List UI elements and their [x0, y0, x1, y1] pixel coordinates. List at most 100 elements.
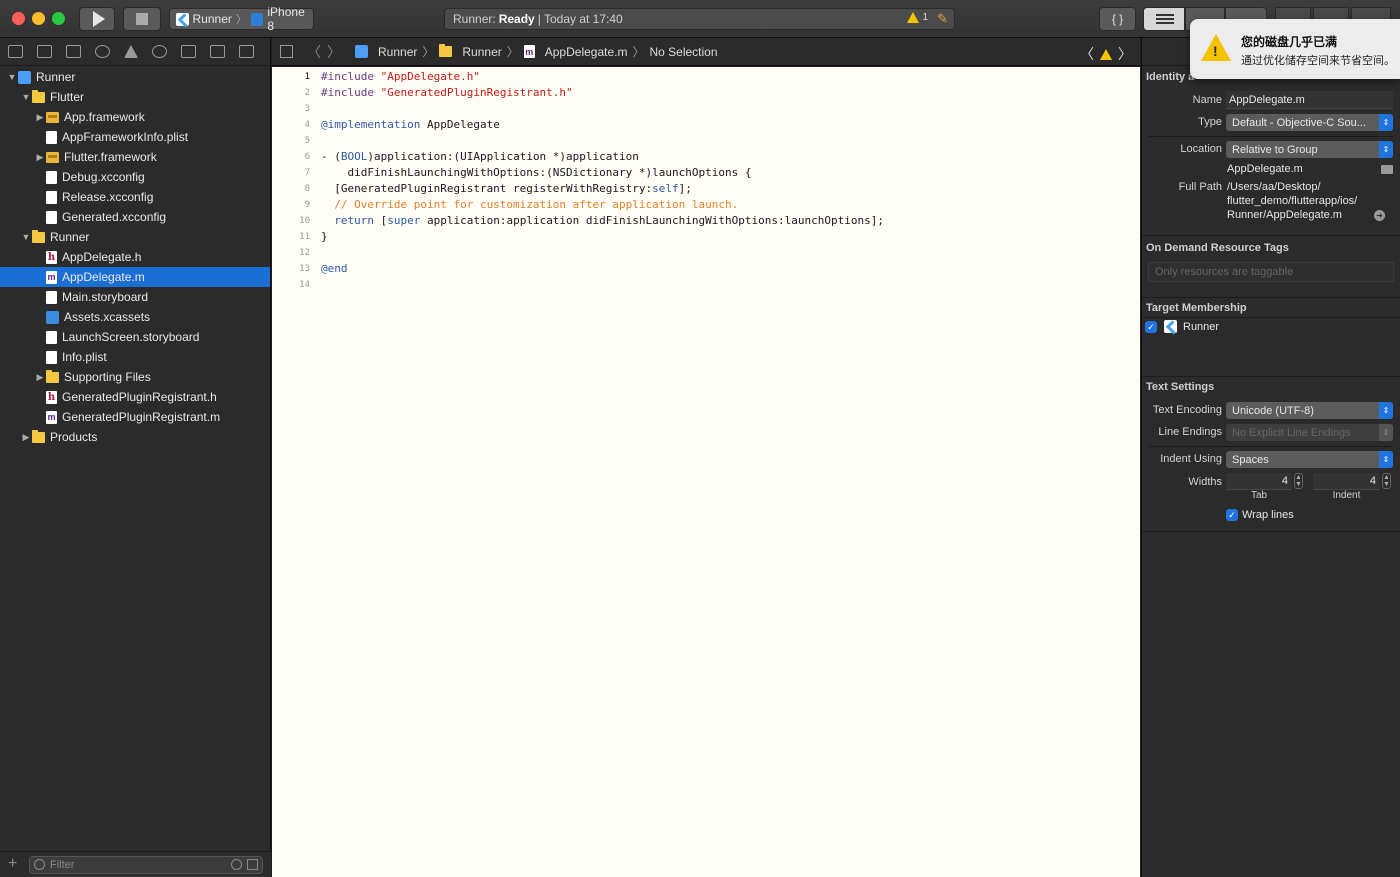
filter-placeholder: Filter — [50, 859, 75, 871]
tree-item-label: Generated.xcconfig — [62, 210, 167, 224]
tree-item[interactable]: ▶ Supporting Files — [0, 367, 270, 387]
navigator-tabs — [0, 38, 271, 66]
search-icon[interactable] — [95, 45, 110, 58]
jumpbar-item-project[interactable]: Runner — [355, 45, 417, 59]
wrap-lines-label: Wrap lines — [1242, 509, 1294, 521]
scm-filter-icon[interactable] — [247, 859, 258, 870]
test-icon[interactable] — [152, 45, 167, 58]
tree-item[interactable]: ▶ Products — [0, 427, 270, 447]
xcode-window: Runner 〉 iPhone 8 Runner: Ready | Today … — [0, 0, 1400, 877]
symbol-icon[interactable] — [66, 45, 81, 58]
tree-item[interactable]: h AppDelegate.h — [0, 247, 270, 267]
tree-item[interactable]: AppFrameworkInfo.plist — [0, 127, 270, 147]
tree-item[interactable]: ▼ Runner — [0, 227, 270, 247]
type-popup[interactable]: Default - Objective-C Sou... ⇕ — [1226, 114, 1393, 131]
tree-item[interactable]: Generated.xcconfig — [0, 207, 270, 227]
forward-icon[interactable]: 〉 — [327, 42, 341, 62]
breakpoint-icon[interactable] — [210, 45, 225, 58]
warning-indicator[interactable]: 1 — [907, 12, 928, 23]
warning-icon — [907, 12, 920, 23]
code-line[interactable]: } — [321, 229, 328, 245]
previous-issue-icon[interactable]: 〈 — [1080, 44, 1094, 64]
disclosure-open-icon[interactable]: ▼ — [20, 232, 32, 242]
warning-icon[interactable] — [1100, 48, 1112, 60]
tree-item-label: AppFrameworkInfo.plist — [62, 130, 189, 144]
debug-icon[interactable] — [181, 45, 196, 58]
library-button[interactable]: { } — [1099, 7, 1136, 31]
tree-item[interactable]: Main.storyboard — [0, 287, 270, 307]
close-window-button[interactable] — [12, 12, 25, 25]
filter-input[interactable]: Filter — [29, 856, 263, 874]
tree-item[interactable]: Debug.xcconfig — [0, 167, 270, 187]
tree-item[interactable]: Release.xcconfig — [0, 187, 270, 207]
tree-item-label: AppDelegate.m — [62, 270, 145, 284]
disclosure-open-icon[interactable]: ▼ — [6, 72, 18, 82]
tree-item[interactable]: ▼ Runner — [0, 67, 270, 87]
add-icon[interactable]: + — [8, 855, 17, 873]
tree-item[interactable]: Assets.xcassets — [0, 307, 270, 327]
source-editor[interactable]: 1 2 3 4 5 6 7 8 9 10 11 12 13 14 #include "AppDelegat… — [272, 67, 1140, 877]
indent-width-field[interactable]: 4 — [1313, 473, 1380, 490]
disclosure-closed-icon[interactable]: ▶ — [34, 112, 46, 123]
fullpath-label: Full Path — [1178, 181, 1222, 193]
back-icon[interactable]: 〈 — [307, 42, 321, 62]
disclosure-open-icon[interactable]: ▼ — [20, 92, 32, 102]
source-control-icon[interactable] — [37, 45, 52, 58]
encoding-popup[interactable]: Unicode (UTF-8) ⇕ — [1226, 402, 1393, 419]
folder-icon[interactable] — [1381, 165, 1393, 174]
scheme-selector[interactable]: Runner 〉 iPhone 8 — [169, 5, 314, 33]
indent-using-popup[interactable]: Spaces ⇕ — [1226, 451, 1393, 468]
stop-button[interactable] — [123, 7, 161, 31]
tab-width-stepper[interactable]: ▲ ▼ — [1294, 473, 1303, 489]
tree-item[interactable]: Info.plist — [0, 347, 270, 367]
disclosure-closed-icon[interactable]: ▶ — [20, 432, 32, 443]
reveal-in-finder-icon[interactable]: ➜ — [1374, 210, 1385, 221]
standard-editor-button[interactable] — [1143, 7, 1185, 31]
code-line[interactable]: @end — [321, 261, 348, 277]
folder-icon[interactable] — [8, 45, 23, 58]
disk-full-notification[interactable]: ! 您的磁盘几乎已满 通过优化储存空间来节省空间。 — [1190, 19, 1400, 79]
code-line[interactable]: [GeneratedPluginRegistrant registerWithR… — [321, 181, 692, 197]
recent-files-icon[interactable] — [231, 859, 242, 870]
code-line[interactable]: #include "GeneratedPluginRegistrant.h" — [321, 85, 573, 101]
tree-item[interactable]: ▶ Flutter.framework — [0, 147, 270, 167]
tree-item[interactable]: m AppDelegate.m — [0, 267, 270, 287]
run-button[interactable] — [79, 7, 115, 31]
tree-item[interactable]: LaunchScreen.storyboard — [0, 327, 270, 347]
code-line[interactable]: // Override point for customization afte… — [321, 197, 738, 213]
tree-item[interactable]: h GeneratedPluginRegistrant.h — [0, 387, 270, 407]
zoom-window-button[interactable] — [52, 12, 65, 25]
tab-width-field[interactable]: 4 — [1226, 473, 1292, 490]
jumpbar-item-file[interactable]: m AppDelegate.m — [523, 45, 627, 59]
objc-file-icon: m — [46, 270, 57, 284]
minimize-window-button[interactable] — [32, 12, 45, 25]
report-icon[interactable] — [239, 45, 254, 58]
target-runner-checkbox[interactable]: ✓ — [1145, 321, 1157, 333]
jumpbar-item-symbol[interactable]: No Selection — [649, 45, 717, 59]
next-issue-icon[interactable]: 〉 — [1118, 44, 1132, 64]
code-line[interactable]: didFinishLaunchingWithOptions:(NSDiction… — [321, 165, 751, 181]
line-endings-popup[interactable]: No Explicit Line Endings ⇕ — [1226, 424, 1393, 441]
code-line[interactable]: - (BOOL)application:(UIApplication *)app… — [321, 149, 639, 165]
name-field[interactable]: AppDelegate.m — [1226, 91, 1393, 109]
related-items-icon[interactable] — [280, 45, 293, 58]
tree-item-label: GeneratedPluginRegistrant.m — [62, 410, 221, 424]
jumpbar-item-group[interactable]: Runner — [439, 44, 502, 59]
status-time: | Today at 17:40 — [537, 12, 623, 26]
code-line[interactable]: return [super application:application di… — [321, 213, 884, 229]
disclosure-closed-icon[interactable]: ▶ — [34, 372, 46, 383]
folder-icon — [32, 89, 45, 103]
code-token: @end — [321, 262, 348, 275]
tree-item[interactable]: m GeneratedPluginRegistrant.m — [0, 407, 270, 427]
code-line[interactable]: @implementation AppDelegate — [321, 117, 500, 133]
tree-item[interactable]: ▼ Flutter — [0, 87, 270, 107]
indent-using-value: Spaces — [1232, 453, 1269, 466]
location-popup[interactable]: Relative to Group ⇕ — [1226, 141, 1393, 158]
indent-width-stepper[interactable]: ▲ ▼ — [1382, 473, 1391, 489]
tree-item[interactable]: ▶ App.framework — [0, 107, 270, 127]
code-line[interactable]: #include "AppDelegate.h" — [321, 69, 480, 85]
disclosure-closed-icon[interactable]: ▶ — [34, 152, 46, 163]
issue-icon[interactable] — [124, 45, 138, 58]
wrap-lines-checkbox[interactable]: ✓ — [1226, 509, 1238, 521]
code-token: } — [321, 230, 328, 243]
